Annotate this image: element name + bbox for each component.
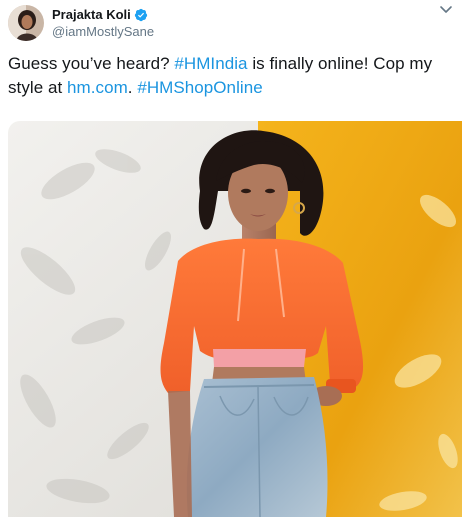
chevron-down-icon[interactable] bbox=[438, 4, 454, 16]
author-names: Prajakta Koli @iamMostlySane bbox=[52, 6, 154, 40]
author-avatar[interactable] bbox=[8, 5, 44, 41]
photo-image bbox=[8, 121, 462, 517]
tweet-header: Prajakta Koli @iamMostlySane bbox=[8, 2, 154, 44]
tweet-card[interactable]: Prajakta Koli @iamMostlySane Guess you’v… bbox=[0, 0, 462, 517]
author-display-name[interactable]: Prajakta Koli bbox=[52, 6, 131, 23]
tweet-text-part: Guess you’ve heard? bbox=[8, 54, 175, 73]
verified-badge-icon bbox=[134, 8, 148, 22]
tweet-text-part: . bbox=[127, 78, 138, 97]
avatar-image bbox=[8, 5, 44, 41]
tweet-photo[interactable] bbox=[8, 121, 462, 517]
author-handle[interactable]: @iamMostlySane bbox=[52, 23, 154, 40]
author-name-row[interactable]: Prajakta Koli bbox=[52, 6, 154, 23]
url-link[interactable]: hm.com bbox=[67, 78, 128, 97]
tweet-text: Guess you’ve heard? #HMIndia is finally … bbox=[8, 52, 456, 100]
hashtag-link[interactable]: #HMIndia bbox=[174, 54, 247, 73]
hashtag-link[interactable]: #HMShopOnline bbox=[137, 78, 262, 97]
